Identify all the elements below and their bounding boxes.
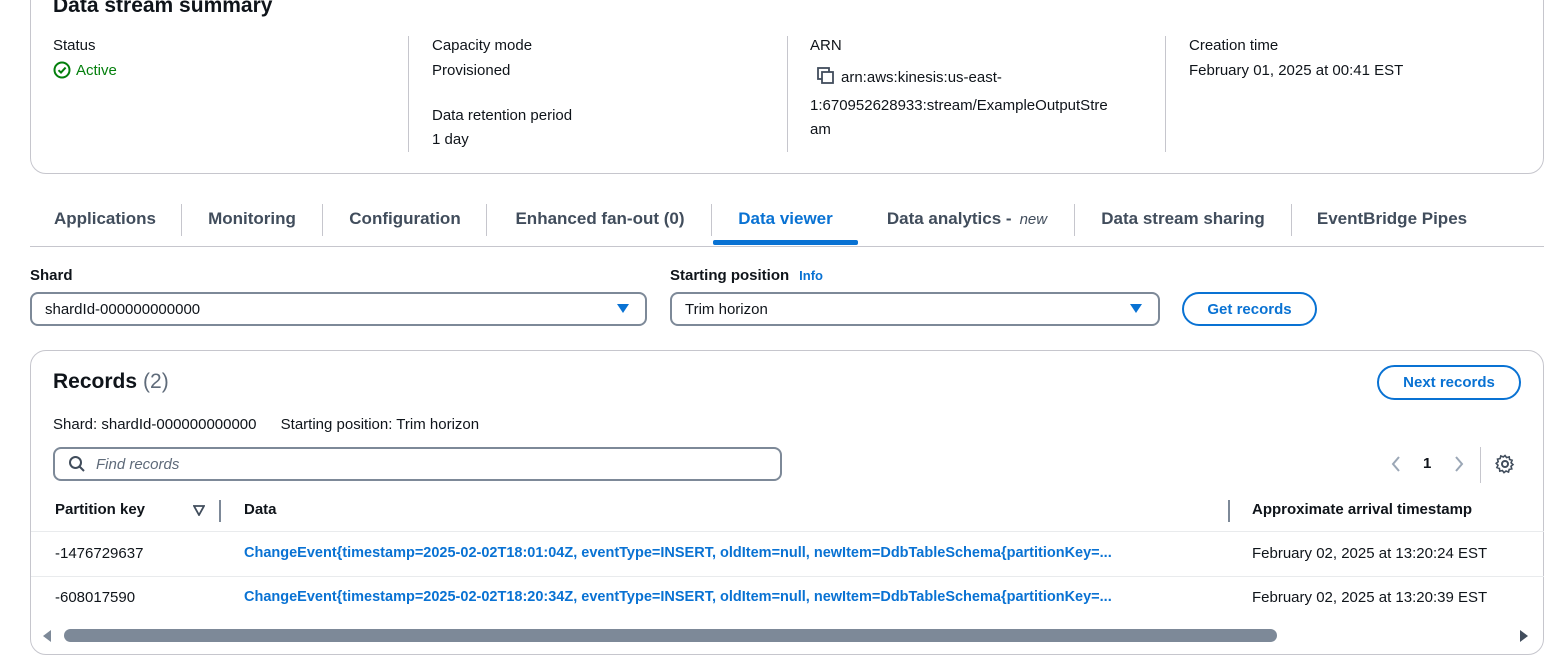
chevron-left-icon[interactable] [1390, 455, 1402, 473]
starting-position-label: Starting position Info [670, 267, 823, 284]
records-meta: Shard: shardId-000000000000 Starting pos… [53, 416, 479, 433]
column-header-partition-key[interactable]: Partition key [55, 501, 145, 518]
new-badge: new [1019, 210, 1048, 228]
arn-value-line1: arn:aws:kinesis:us-east- [841, 69, 1002, 86]
pager-divider [1480, 447, 1481, 483]
tab-data-analytics[interactable]: Data analytics - new [874, 192, 1060, 246]
arn-value-line2: 1:670952628933:stream/ExampleOutputStre [810, 97, 1108, 114]
arn-value-line3: am [810, 121, 831, 138]
tab-applications[interactable]: Applications [45, 192, 165, 246]
get-records-button[interactable]: Get records [1182, 292, 1317, 326]
tab-divider [181, 204, 182, 236]
tab-monitoring[interactable]: Monitoring [197, 192, 307, 246]
sort-descending-icon[interactable] [193, 505, 205, 516]
shard-select-value: shardId-000000000000 [45, 300, 201, 318]
capacity-value: Provisioned [432, 62, 511, 79]
table-cell-timestamp: February 02, 2025 at 13:20:39 EST [1252, 589, 1488, 606]
status-badge: Active [53, 61, 117, 79]
status-label: Status [53, 37, 96, 54]
shard-select[interactable]: shardId-000000000000 [30, 292, 647, 326]
records-meta-position: Starting position: Trim horizon [280, 416, 480, 433]
status-value: Active [76, 61, 117, 79]
active-tab-indicator [713, 240, 858, 245]
scroll-left-arrow-icon[interactable] [42, 629, 52, 643]
header-divider [31, 531, 1544, 532]
caret-down-icon [617, 304, 629, 313]
tab-divider [711, 204, 712, 236]
retention-value: 1 day [432, 131, 469, 148]
table-cell-data-link[interactable]: ChangeEvent{timestamp=2025-02-02T18:20:3… [244, 589, 1206, 605]
next-records-button[interactable]: Next records [1377, 365, 1521, 400]
search-input[interactable] [94, 454, 758, 474]
starting-position-label-text: Starting position [670, 267, 790, 284]
summary-title: Data stream summary [53, 0, 273, 17]
chevron-right-icon[interactable] [1453, 455, 1465, 473]
tab-divider [1291, 204, 1292, 236]
records-count: (2) [143, 370, 169, 393]
arn-label: ARN [810, 37, 842, 54]
creation-label: Creation time [1189, 37, 1279, 54]
copy-icon[interactable] [817, 67, 835, 85]
starting-position-select[interactable]: Trim horizon [670, 292, 1160, 326]
column-resizer[interactable] [219, 500, 221, 522]
retention-label: Data retention period [432, 107, 573, 124]
caret-down-icon [1130, 304, 1142, 313]
summary-divider [408, 36, 409, 152]
tab-data-stream-sharing[interactable]: Data stream sharing [1090, 192, 1276, 246]
search-icon [69, 456, 85, 472]
check-circle-icon [53, 61, 71, 79]
records-title-text: Records [53, 370, 138, 393]
capacity-label: Capacity mode [432, 37, 533, 54]
tab-enhanced-fan-out[interactable]: Enhanced fan-out (0) [503, 192, 697, 246]
table-cell-data-link[interactable]: ChangeEvent{timestamp=2025-02-02T18:01:0… [244, 545, 1206, 561]
tab-divider [322, 204, 323, 236]
column-header-arrival-timestamp[interactable]: Approximate arrival timestamp [1252, 501, 1472, 518]
tab-eventbridge-pipes[interactable]: EventBridge Pipes [1307, 192, 1477, 246]
table-cell-partition-key: -1476729637 [55, 545, 144, 562]
tab-data-viewer[interactable]: Data viewer [713, 192, 858, 246]
row-divider [31, 576, 1544, 577]
summary-divider [1165, 36, 1166, 152]
table-cell-timestamp: February 02, 2025 at 13:20:24 EST [1252, 545, 1488, 562]
tab-divider [486, 204, 487, 236]
tab-divider [1074, 204, 1075, 236]
tab-data-analytics-label: Data analytics - [886, 209, 1012, 228]
page-number[interactable]: 1 [1423, 455, 1431, 472]
creation-value: February 01, 2025 at 00:41 EST [1189, 62, 1404, 79]
gear-icon[interactable] [1495, 454, 1515, 474]
find-records-search [53, 447, 782, 481]
horizontal-scrollbar-thumb[interactable] [64, 629, 1277, 642]
summary-divider [787, 36, 788, 152]
shard-label: Shard [30, 267, 73, 284]
info-link[interactable]: Info [799, 268, 823, 283]
scroll-right-arrow-icon[interactable] [1519, 629, 1529, 643]
records-meta-shard: Shard: shardId-000000000000 [53, 416, 257, 433]
starting-position-select-value: Trim horizon [685, 300, 768, 318]
table-cell-partition-key: -608017590 [55, 589, 136, 606]
records-title: Records (2) [53, 370, 169, 394]
column-header-data[interactable]: Data [244, 501, 277, 518]
tab-configuration[interactable]: Configuration [340, 192, 470, 246]
column-resizer[interactable] [1228, 500, 1230, 522]
